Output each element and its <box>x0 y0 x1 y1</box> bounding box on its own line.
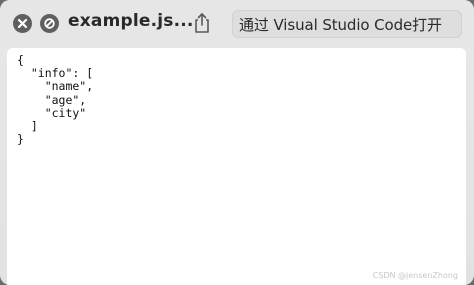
share-button[interactable] <box>191 11 213 35</box>
quick-look-window: example.js... 通过 Visual Studio Code打开 { … <box>0 0 474 285</box>
json-line: } <box>17 132 24 147</box>
share-icon <box>195 13 209 33</box>
json-line: "age", <box>17 92 87 107</box>
open-with-vscode-button[interactable]: 通过 Visual Studio Code打开 <box>232 10 462 38</box>
json-line: ] <box>17 119 38 134</box>
stop-icon <box>44 18 55 29</box>
window-title: example.js... <box>68 11 194 31</box>
title-bar: example.js... 通过 Visual Studio Code打开 <box>0 0 474 48</box>
json-line: { <box>17 53 24 67</box>
json-line: "info": [ <box>17 66 94 81</box>
file-preview-area[interactable]: { "info": [ "name", "age", "city" ] } CS… <box>7 48 466 285</box>
open-with-vscode-label: 通过 Visual Studio Code打开 <box>239 16 442 34</box>
close-icon <box>17 18 28 29</box>
stop-button[interactable] <box>40 14 59 33</box>
json-preview-text: { "info": [ "name", "age", "city" ] } <box>17 53 94 147</box>
close-button[interactable] <box>13 14 32 33</box>
json-line: "name", <box>17 79 94 94</box>
json-line: "city" <box>17 105 87 120</box>
watermark: CSDN @jensenZhong <box>372 271 458 280</box>
